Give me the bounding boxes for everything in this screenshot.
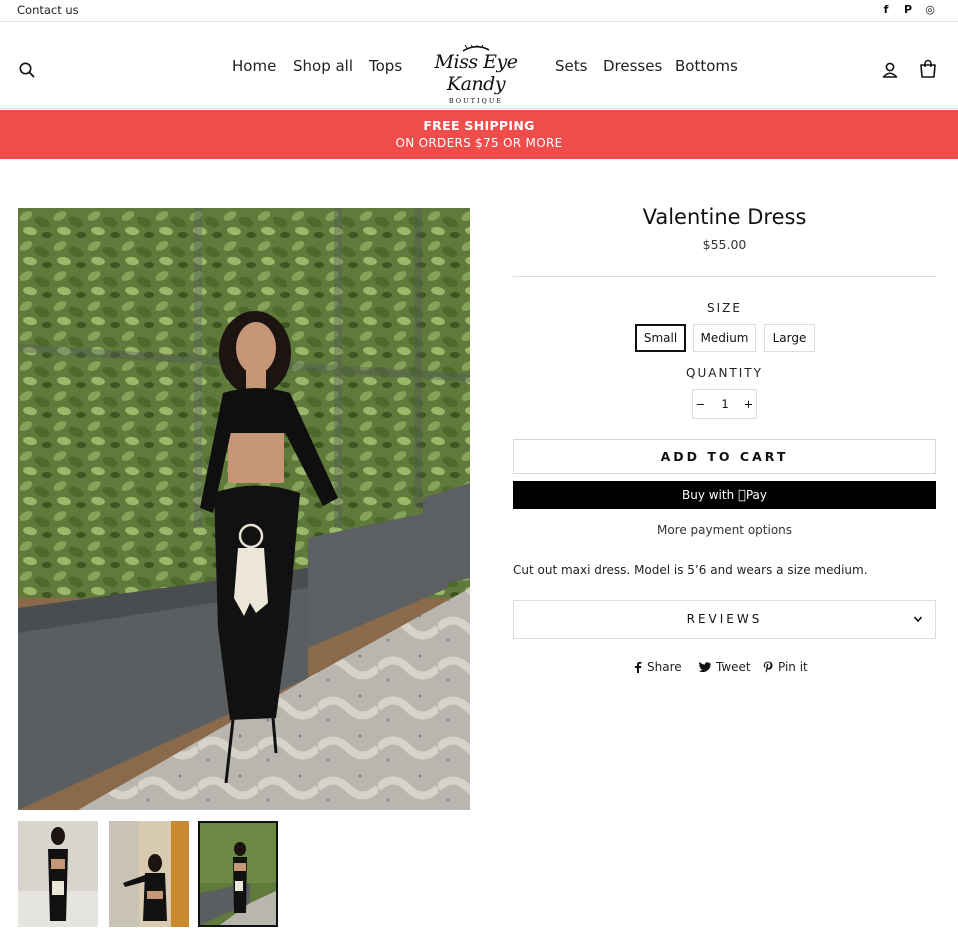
nav-sets[interactable]: Sets	[555, 57, 587, 75]
size-option-small[interactable]: Small	[635, 324, 686, 352]
divider	[513, 276, 936, 277]
share-label: Share	[647, 660, 682, 674]
eye-lash-icon	[462, 45, 490, 52]
reviews-label: REVIEWS	[686, 612, 763, 626]
search-icon[interactable]	[18, 61, 36, 79]
nav-shop-all[interactable]: Shop all	[293, 57, 353, 75]
quantity-decrease-button[interactable]: −	[693, 390, 708, 418]
apple-logo-icon: 	[738, 488, 746, 503]
brand-logo[interactable]: Miss Eye Kandy BOUTIQUE	[418, 43, 534, 105]
product-title: Valentine Dress	[642, 205, 807, 229]
buy-with-label: Buy with	[681, 488, 735, 502]
chevron-down-icon	[913, 601, 923, 653]
promo-headline: FREE SHIPPING	[423, 118, 535, 133]
nav-tops[interactable]: Tops	[369, 57, 402, 75]
pinterest-icon	[763, 661, 773, 673]
size-option-large[interactable]: Large	[764, 324, 815, 352]
share-pinterest[interactable]: Pin it	[763, 660, 808, 674]
contact-us-link[interactable]: Contact us	[17, 3, 79, 17]
facebook-icon	[635, 661, 642, 673]
logo-subtitle: BOUTIQUE	[448, 97, 504, 105]
product-price: $55.00	[702, 237, 747, 252]
nav-bottoms[interactable]: Bottoms	[675, 57, 738, 75]
size-label: SIZE	[707, 301, 742, 315]
quantity-increase-button[interactable]: +	[741, 390, 756, 418]
instagram-icon[interactable]: ◎	[924, 3, 936, 16]
twitter-icon	[698, 661, 711, 672]
pin-it-label: Pin it	[778, 660, 808, 674]
quantity-stepper: − 1 +	[692, 389, 757, 419]
nav-dresses[interactable]: Dresses	[603, 57, 662, 75]
product-main-image[interactable]	[18, 208, 470, 810]
facebook-icon[interactable]: f	[880, 3, 892, 16]
thumbnail-2[interactable]	[109, 821, 189, 927]
share-twitter[interactable]: Tweet	[698, 660, 751, 674]
tweet-label: Tweet	[716, 660, 751, 674]
pinterest-icon[interactable]: P	[902, 3, 914, 16]
thumbnail-3-selected[interactable]	[198, 821, 278, 927]
cart-icon[interactable]	[919, 59, 937, 79]
more-payment-options-link[interactable]: More payment options	[513, 523, 936, 537]
social-links: f P ◎	[880, 3, 936, 16]
quantity-label: QUANTITY	[686, 366, 763, 380]
nav-home[interactable]: Home	[232, 57, 276, 75]
promo-subline: ON ORDERS $75 OR MORE	[395, 136, 563, 150]
apple-pay-button[interactable]: Buy with Pay	[513, 481, 936, 509]
reviews-accordion[interactable]: REVIEWS	[513, 600, 936, 639]
pay-brand-label: Pay	[741, 488, 767, 502]
account-icon[interactable]	[881, 61, 899, 79]
promo-banner: FREE SHIPPING ON ORDERS $75 OR MORE	[0, 110, 958, 159]
top-bar: Contact us f P ◎	[0, 0, 958, 22]
quantity-input[interactable]: 1	[708, 390, 742, 418]
size-option-medium[interactable]: Medium	[693, 324, 756, 352]
product-description: Cut out maxi dress. Model is 5’6 and wea…	[513, 563, 868, 577]
share-facebook[interactable]: Share	[634, 660, 682, 674]
thumbnail-1[interactable]	[18, 821, 98, 927]
logo-script: Miss Eye Kandy	[434, 51, 518, 95]
site-header: Home Shop all Tops Sets Dresses Bottoms …	[0, 23, 958, 109]
add-to-cart-button[interactable]: ADD TO CART	[513, 439, 936, 474]
